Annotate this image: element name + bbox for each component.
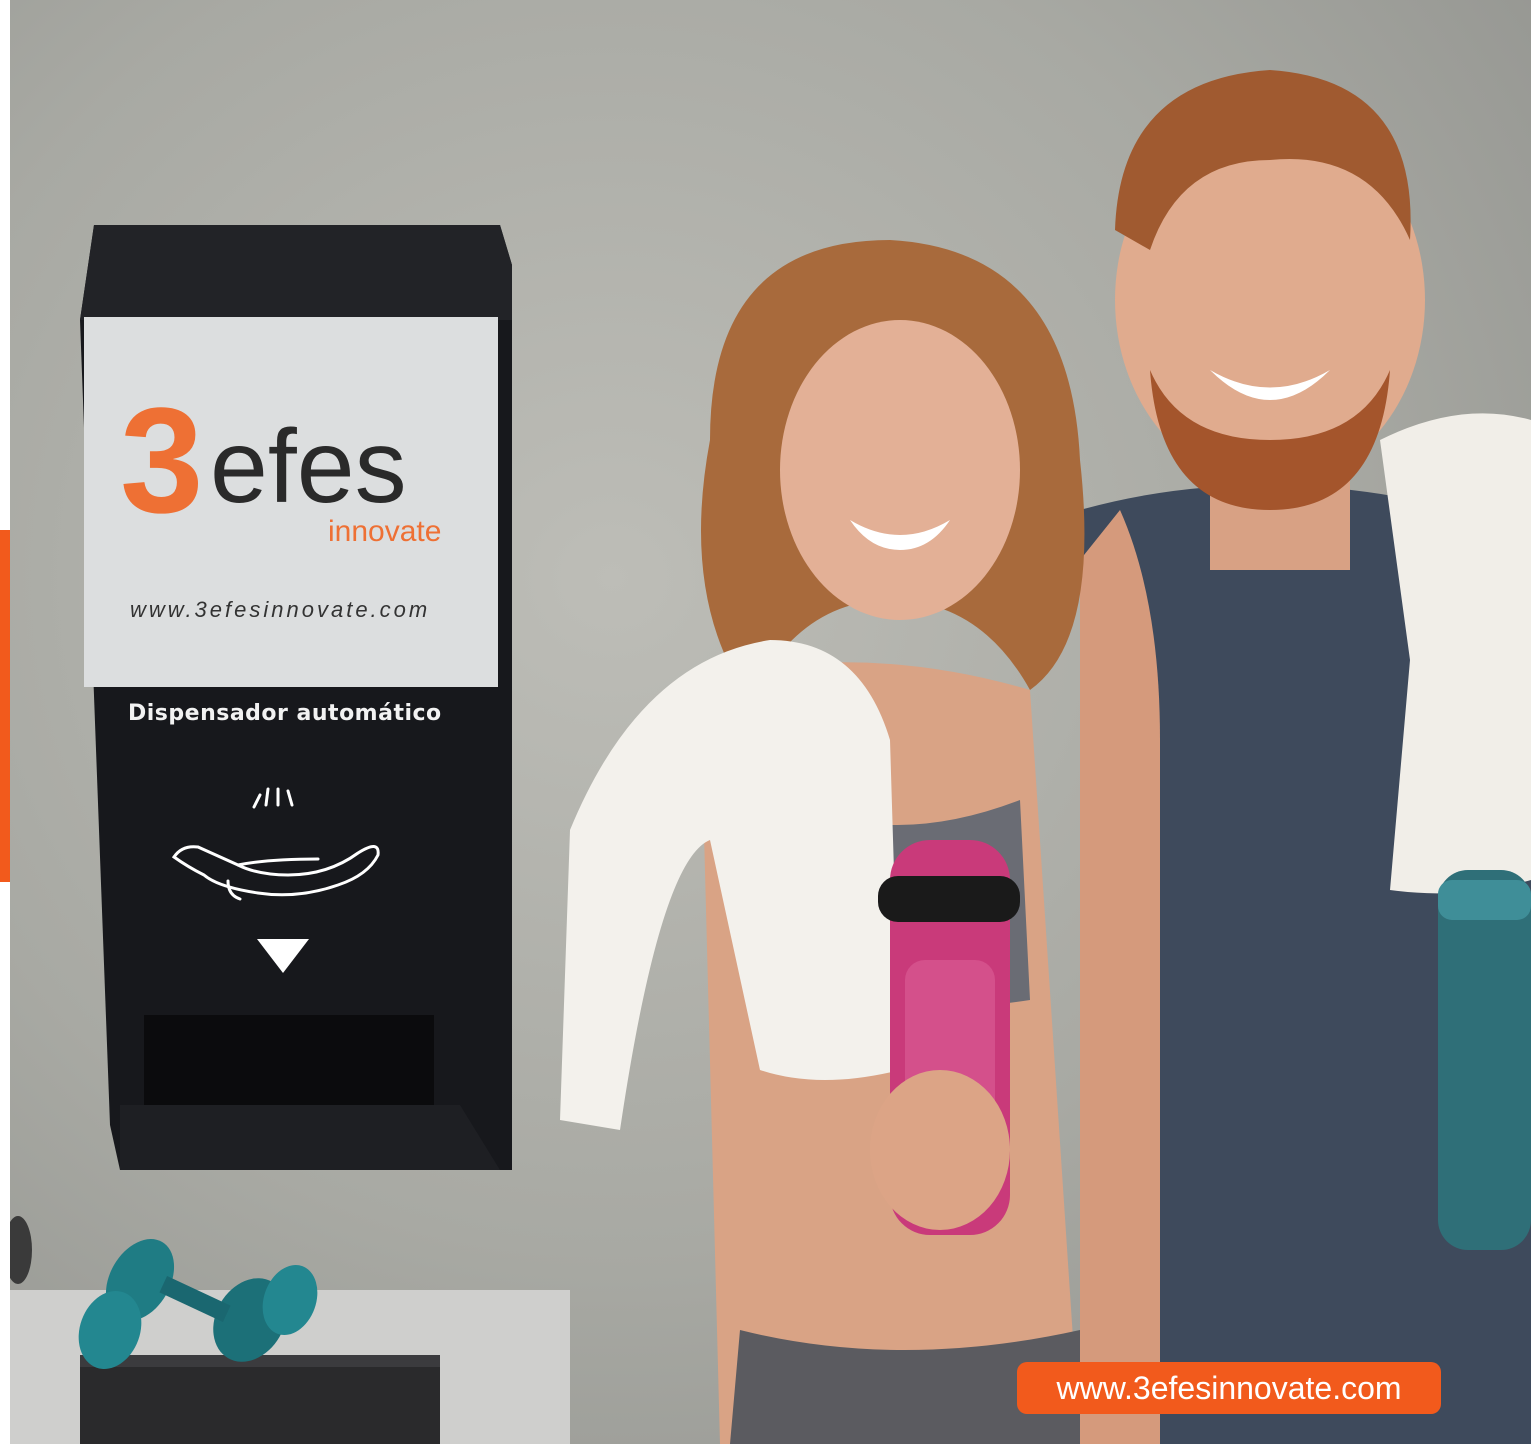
- logo-tagline: innovate: [328, 515, 442, 548]
- orange-accent-bar: [0, 530, 10, 882]
- logo-word: efes: [210, 409, 407, 525]
- automatic-dispenser: 3 efes innovate www.3efesinnovate.com Di…: [80, 225, 520, 1185]
- down-arrow-icon: [257, 939, 309, 973]
- website-url-badge[interactable]: www.3efesinnovate.com: [1017, 1362, 1441, 1414]
- couple-with-towels: [560, 70, 1531, 1444]
- panel-url: www.3efesinnovate.com: [130, 597, 431, 622]
- hand-sensor-icon: [171, 787, 380, 901]
- photo-background: 3 efes innovate www.3efesinnovate.com Di…: [0, 0, 1531, 1444]
- brand-logo: 3 efes innovate: [120, 385, 460, 555]
- dispenser-label: Dispensador automático: [128, 701, 442, 726]
- logo-digit: 3: [120, 376, 204, 544]
